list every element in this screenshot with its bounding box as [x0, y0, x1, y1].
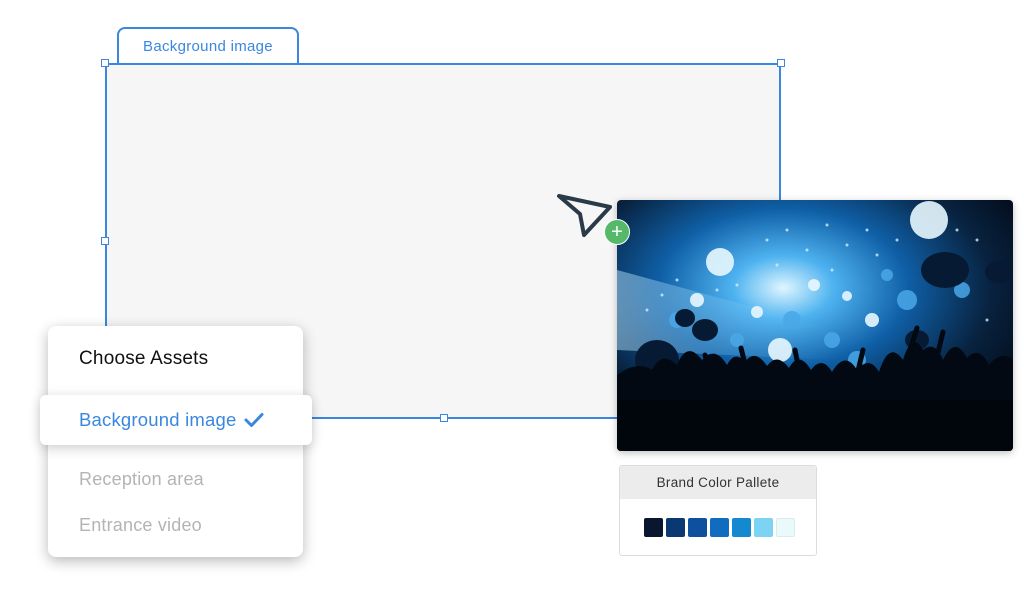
- color-swatch[interactable]: [710, 518, 729, 537]
- canvas-tab-label: Background image: [143, 37, 273, 55]
- menu-item-entrance-video[interactable]: Entrance video: [79, 515, 202, 536]
- color-swatch[interactable]: [666, 518, 685, 537]
- plus-symbol: +: [611, 221, 623, 243]
- canvas-tab[interactable]: Background image: [117, 27, 299, 63]
- plus-icon[interactable]: +: [604, 219, 630, 245]
- resize-handle-bottom-center[interactable]: [440, 414, 448, 422]
- menu-item-reception-area[interactable]: Reception area: [79, 469, 204, 490]
- concert-crowd-image[interactable]: [617, 200, 1013, 451]
- checkmark-icon: [244, 413, 264, 427]
- color-swatch[interactable]: [644, 518, 663, 537]
- color-swatch[interactable]: [754, 518, 773, 537]
- menu-title: Choose Assets: [79, 348, 209, 369]
- color-swatch[interactable]: [688, 518, 707, 537]
- menu-item-label: Background image: [79, 409, 237, 430]
- menu-item-background-image[interactable]: Background image: [40, 395, 312, 445]
- color-swatch[interactable]: [776, 518, 795, 537]
- resize-handle-middle-left[interactable]: [101, 237, 109, 245]
- brand-color-palette: Brand Color Pallete: [619, 465, 817, 556]
- resize-handle-top-right[interactable]: [777, 59, 785, 67]
- palette-swatches: [644, 518, 795, 537]
- palette-title: Brand Color Pallete: [620, 466, 816, 499]
- color-swatch[interactable]: [732, 518, 751, 537]
- resize-handle-top-left[interactable]: [101, 59, 109, 67]
